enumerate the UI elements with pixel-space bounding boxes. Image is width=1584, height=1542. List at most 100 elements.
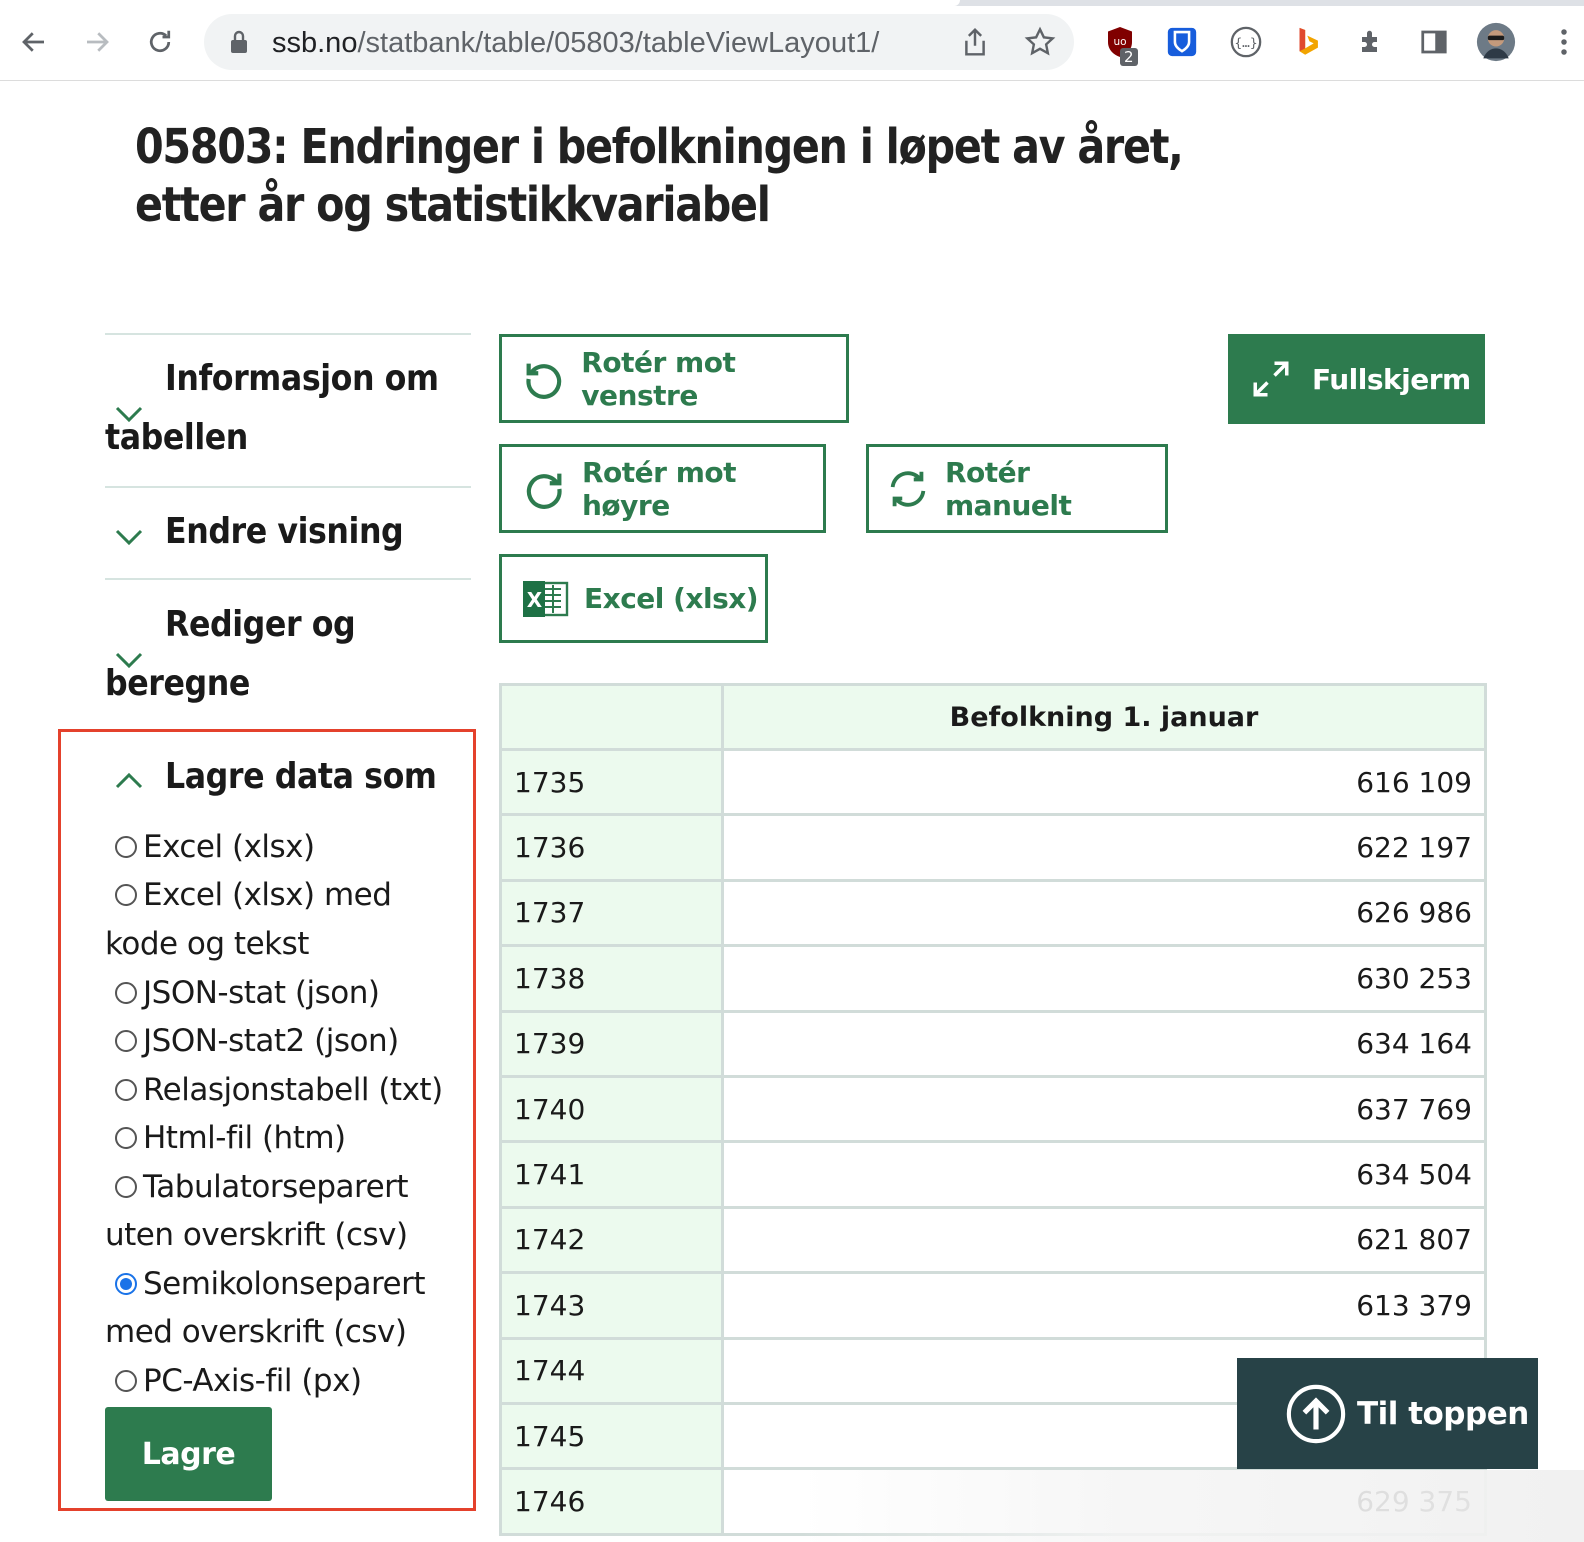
radio-button[interactable]: [115, 982, 137, 1004]
lock-icon: [228, 29, 250, 60]
bitwarden-extension-icon[interactable]: [1162, 22, 1202, 62]
table-row: 1743 613 379: [499, 1271, 1487, 1340]
year-cell: 1746: [499, 1467, 724, 1536]
accordion-lagre-title: Lagre data som: [165, 756, 437, 797]
arrow-up-circle-icon: [1285, 1383, 1347, 1445]
value-cell: 622 197: [721, 813, 1487, 882]
divider: [105, 578, 471, 580]
divider: [105, 333, 471, 335]
year-cell: 1737: [499, 878, 724, 948]
back-to-top-button[interactable]: Til toppen: [1237, 1358, 1538, 1469]
excel-download-button[interactable]: X Excel (xlsx): [499, 554, 768, 643]
menu-kebab-icon[interactable]: [1544, 22, 1584, 62]
year-cell: 1738: [499, 944, 724, 1013]
radio-button[interactable]: [115, 884, 137, 906]
ublock-extension-icon[interactable]: uo 2: [1100, 22, 1140, 66]
radio-button[interactable]: [115, 1176, 137, 1198]
table-row: 1735 616 109: [499, 747, 1487, 817]
bing-extension-icon[interactable]: [1288, 22, 1328, 62]
radio-option-semikolon[interactable]: Semikolonseparert: [115, 1266, 426, 1302]
page-title: 05803: Endringer i befolkningen i løpet …: [135, 119, 1184, 233]
radio-option-html[interactable]: Html-fil (htm): [115, 1120, 346, 1156]
radio-label-continued: med overskrift (csv): [105, 1314, 407, 1350]
year-cell: 1739: [499, 1009, 724, 1078]
table-row: 1741 634 504: [499, 1140, 1487, 1209]
radio-button-selected[interactable]: [115, 1273, 137, 1295]
radio-label-continued: uten overskrift (csv): [105, 1217, 408, 1253]
value-cell: 630 253: [721, 944, 1487, 1013]
value-cell: 629 375: [721, 1467, 1487, 1536]
radio-label: Excel (xlsx): [143, 829, 315, 865]
table-row: 1740 637 769: [499, 1074, 1487, 1144]
forward-icon[interactable]: [77, 22, 117, 62]
table-header-corner: [499, 683, 724, 751]
radio-button[interactable]: [115, 1030, 137, 1052]
radio-label: JSON-stat (json): [143, 975, 380, 1011]
table-row: 1746 629 375: [499, 1467, 1487, 1536]
radio-option-excel-kode[interactable]: Excel (xlsx) med: [115, 877, 392, 913]
table-row: 1736 622 197: [499, 813, 1487, 882]
year-cell: 1741: [499, 1140, 724, 1209]
fullscreen-label: Fullskjerm: [1312, 362, 1471, 396]
radio-label: Excel (xlsx) med: [143, 877, 392, 913]
rotate-manual-button[interactable]: Rotér manuelt: [866, 444, 1168, 533]
rotate-right-button[interactable]: Rotér mot høyre: [499, 444, 826, 533]
year-cell: 1740: [499, 1074, 724, 1144]
year-cell: 1744: [499, 1336, 724, 1405]
extension-badge: 2: [1120, 48, 1138, 66]
table-row: 1737 626 986: [499, 878, 1487, 948]
rotate-manual-icon: [883, 464, 933, 514]
rotate-left-button[interactable]: Rotér mot venstre: [499, 334, 849, 423]
active-tab[interactable]: [0, 0, 960, 6]
table-row: 1742 621 807: [499, 1205, 1487, 1275]
accordion-info-title-line2: tabellen: [105, 417, 248, 458]
rotate-left-icon: [520, 354, 567, 404]
table-row: 1739 634 164: [499, 1009, 1487, 1078]
radio-label: Tabulatorseparert: [143, 1169, 409, 1205]
accordion-info-title-line1: Informasjon om: [165, 358, 439, 399]
accordion-rediger-title-line2: beregne: [105, 663, 250, 704]
radio-label: PC-Axis-fil (px): [143, 1363, 362, 1399]
chevron-down-icon: [115, 529, 143, 546]
radio-option-excel[interactable]: Excel (xlsx): [115, 829, 315, 865]
value-cell: 634 164: [721, 1009, 1487, 1078]
value-cell: 616 109: [721, 747, 1487, 817]
url-text: ssb.no/statbank/table/05803/tableViewLay…: [272, 27, 880, 59]
value-cell: 626 986: [721, 878, 1487, 948]
svg-text:{…}: {…}: [1234, 36, 1257, 51]
radio-label-continued: kode og tekst: [105, 926, 309, 962]
fullscreen-button[interactable]: Fullskjerm: [1228, 334, 1485, 424]
rotate-right-icon: [520, 464, 568, 514]
year-cell: 1736: [499, 813, 724, 882]
svg-text:uo: uo: [1113, 36, 1126, 48]
value-cell: 621 807: [721, 1205, 1487, 1275]
bookmark-star-icon[interactable]: [1024, 26, 1056, 63]
svg-text:X: X: [527, 588, 543, 612]
share-icon[interactable]: [960, 26, 990, 63]
radio-option-json-stat2[interactable]: JSON-stat2 (json): [115, 1023, 399, 1059]
back-icon[interactable]: [14, 22, 54, 62]
radio-button[interactable]: [115, 1127, 137, 1149]
rotate-manual-label: Rotér manuelt: [944, 455, 1072, 522]
rotate-left-label: Rotér mot venstre: [581, 345, 736, 412]
back-to-top-label: Til toppen: [1357, 1395, 1529, 1432]
year-cell: 1742: [499, 1205, 724, 1275]
radio-button[interactable]: [115, 1370, 137, 1392]
radio-button[interactable]: [115, 1079, 137, 1101]
radio-button[interactable]: [115, 836, 137, 858]
lagre-button[interactable]: Lagre: [105, 1407, 272, 1501]
json-extension-icon[interactable]: {…}: [1226, 22, 1266, 62]
profile-avatar[interactable]: [1476, 22, 1516, 62]
extensions-puzzle-icon[interactable]: [1352, 22, 1392, 62]
radio-option-tabulator[interactable]: Tabulatorseparert: [115, 1169, 409, 1205]
table-row: 1738 630 253: [499, 944, 1487, 1013]
excel-label: Excel (xlsx): [584, 582, 759, 615]
side-panel-icon[interactable]: [1414, 22, 1454, 62]
year-cell: 1745: [499, 1401, 724, 1471]
radio-option-relasjonstabell[interactable]: Relasjonstabell (txt): [115, 1072, 443, 1108]
address-bar[interactable]: ssb.no/statbank/table/05803/tableViewLay…: [204, 14, 1074, 70]
reload-icon[interactable]: [140, 22, 180, 62]
value-cell: 613 379: [721, 1271, 1487, 1340]
radio-option-pc-axis[interactable]: PC-Axis-fil (px): [115, 1363, 362, 1399]
radio-option-json-stat[interactable]: JSON-stat (json): [115, 975, 380, 1011]
